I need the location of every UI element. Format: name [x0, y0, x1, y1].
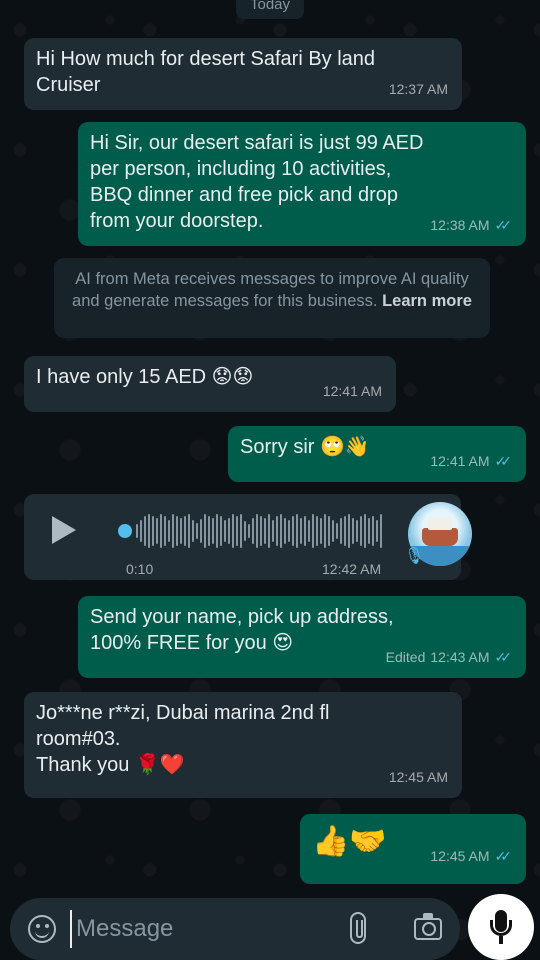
waveform-bar [292, 516, 294, 546]
waveform-bar [316, 516, 318, 546]
message-time: 12:45 AM [388, 769, 448, 785]
waveform-bar [324, 514, 326, 548]
waveform-bar [260, 516, 262, 546]
waveform-bar [180, 518, 182, 544]
waveform-bar [140, 520, 142, 542]
composer-bar [10, 898, 460, 960]
mic-icon: 🎙 [404, 548, 425, 565]
waveform-bar [144, 516, 146, 546]
waveform-bar [360, 516, 362, 546]
waveform-bar [252, 518, 254, 544]
waveform-bar [168, 520, 170, 542]
message-incoming[interactable]: Hi How much for desert Safari By land Cr… [24, 38, 462, 110]
message-time: 12:38 AM [430, 217, 490, 233]
message-outgoing[interactable]: 👍🤝 12:45 AM ✓✓ [300, 814, 526, 884]
waveform-bar [276, 516, 278, 546]
voice-progress-handle[interactable] [118, 524, 132, 538]
waveform-bar [192, 520, 194, 542]
message-time: 12:43 AM [430, 649, 490, 665]
message-input[interactable] [70, 910, 320, 948]
date-chip: Today [235, 0, 305, 19]
message-outgoing[interactable]: Send your name, pick up address, 100% FR… [78, 596, 526, 678]
voice-message[interactable]: 0:10 12:42 AM 🎙 [24, 494, 472, 580]
message-outgoing[interactable]: Sorry sir 🙄👋 12:41 AM ✓✓ [228, 426, 526, 482]
waveform-bar [148, 514, 150, 548]
voice-duration: 0:10 [126, 561, 154, 577]
waveform-bar [236, 516, 238, 546]
waveform-bar [332, 520, 334, 542]
waveform-bar [304, 516, 306, 546]
voice-waveform[interactable] [136, 514, 388, 548]
waveform-bar [244, 521, 246, 541]
waveform-bar [268, 514, 270, 548]
message-time: 12:45 AM [430, 848, 490, 864]
waveform-bar [312, 514, 314, 548]
camera-icon[interactable] [414, 913, 442, 940]
waveform-bar [348, 514, 350, 548]
waveform-bar [320, 518, 322, 544]
waveform-bar [196, 523, 198, 539]
waveform-bar [176, 516, 178, 546]
waveform-bar [200, 519, 202, 543]
waveform-bar [364, 514, 366, 548]
waveform-bar [376, 520, 378, 542]
edited-label: Edited [385, 649, 426, 665]
waveform-bar [208, 516, 210, 546]
waveform-bar [184, 516, 186, 546]
waveform-bar [356, 520, 358, 542]
waveform-bar [352, 518, 354, 544]
waveform-bar [280, 514, 282, 548]
message-time: 12:41 AM [322, 383, 382, 399]
message-incoming[interactable]: Jo***ne r**zi, Dubai marina 2nd fl room#… [24, 692, 462, 798]
double-check-icon: ✓✓ [494, 848, 513, 864]
waveform-bar [156, 518, 158, 544]
waveform-bar [344, 516, 346, 546]
waveform-bar [164, 516, 166, 546]
waveform-bar [216, 514, 218, 548]
ai-notice: AI from Meta receives messages to improv… [54, 258, 490, 338]
waveform-bar [248, 524, 250, 538]
message-time: 12:37 AM [388, 81, 448, 97]
waveform-bar [272, 520, 274, 542]
waveform-bar [336, 523, 338, 539]
waveform-bar [220, 516, 222, 546]
waveform-bar [188, 514, 190, 548]
waveform-bar [296, 514, 298, 548]
message-incoming[interactable]: I have only 15 AED 😟😟 12:41 AM [24, 356, 396, 412]
waveform-bar [328, 516, 330, 546]
waveform-bar [300, 518, 302, 544]
message-time: 12:41 AM [430, 453, 490, 469]
waveform-bar [172, 514, 174, 548]
waveform-bar [288, 520, 290, 542]
double-check-icon: ✓✓ [494, 649, 513, 665]
learn-more-link[interactable]: Learn more [382, 292, 472, 310]
waveform-bar [240, 514, 242, 548]
voice-record-button[interactable] [468, 894, 534, 960]
waveform-bar [228, 518, 230, 544]
double-check-icon: ✓✓ [494, 453, 513, 469]
waveform-bar [152, 516, 154, 546]
waveform-bar [224, 520, 226, 542]
double-check-icon: ✓✓ [494, 217, 513, 233]
attach-icon[interactable] [350, 912, 366, 944]
waveform-bar [372, 516, 374, 546]
waveform-bar [160, 514, 162, 548]
sticker-icon[interactable] [28, 915, 56, 943]
waveform-bar [264, 518, 266, 544]
waveform-bar [380, 514, 382, 548]
waveform-bar [284, 518, 286, 544]
waveform-bar [136, 524, 138, 538]
waveform-bar [212, 518, 214, 544]
waveform-bar [340, 518, 342, 544]
waveform-bar [256, 514, 258, 548]
waveform-bar [232, 514, 234, 548]
message-outgoing[interactable]: Hi Sir, our desert safari is just 99 AED… [78, 122, 526, 246]
waveform-bar [308, 520, 310, 542]
message-time: 12:42 AM [322, 561, 382, 577]
waveform-bar [204, 514, 206, 548]
waveform-bar [368, 518, 370, 544]
play-icon[interactable] [52, 516, 76, 544]
